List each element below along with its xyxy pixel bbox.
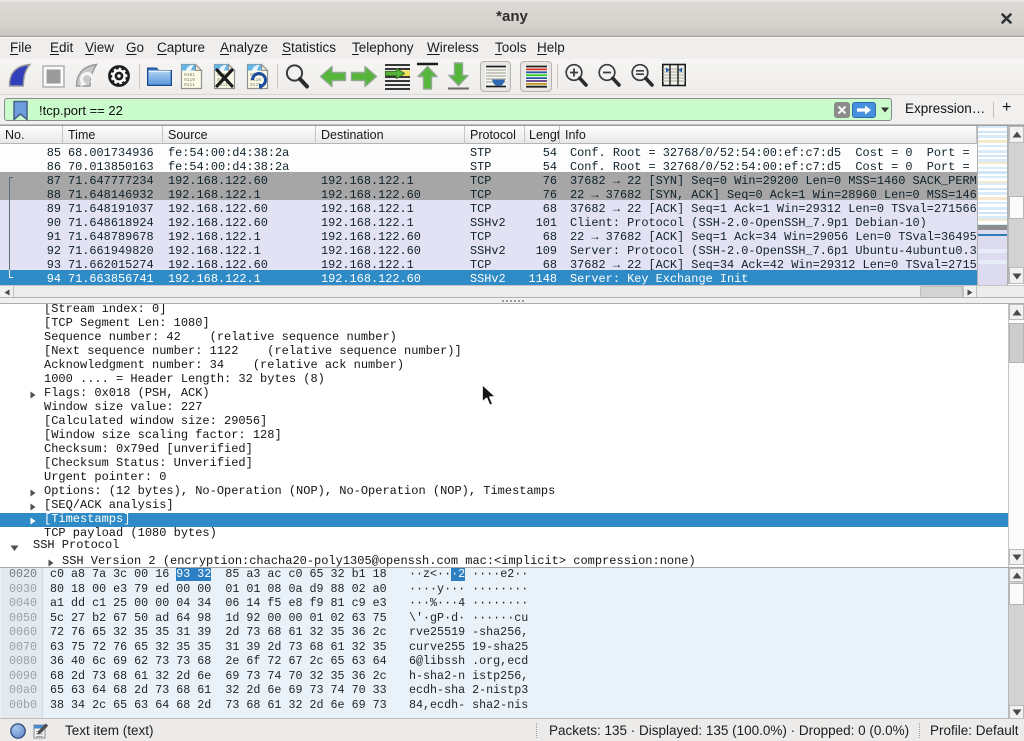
svg-text:0111: 0111 <box>184 82 195 88</box>
